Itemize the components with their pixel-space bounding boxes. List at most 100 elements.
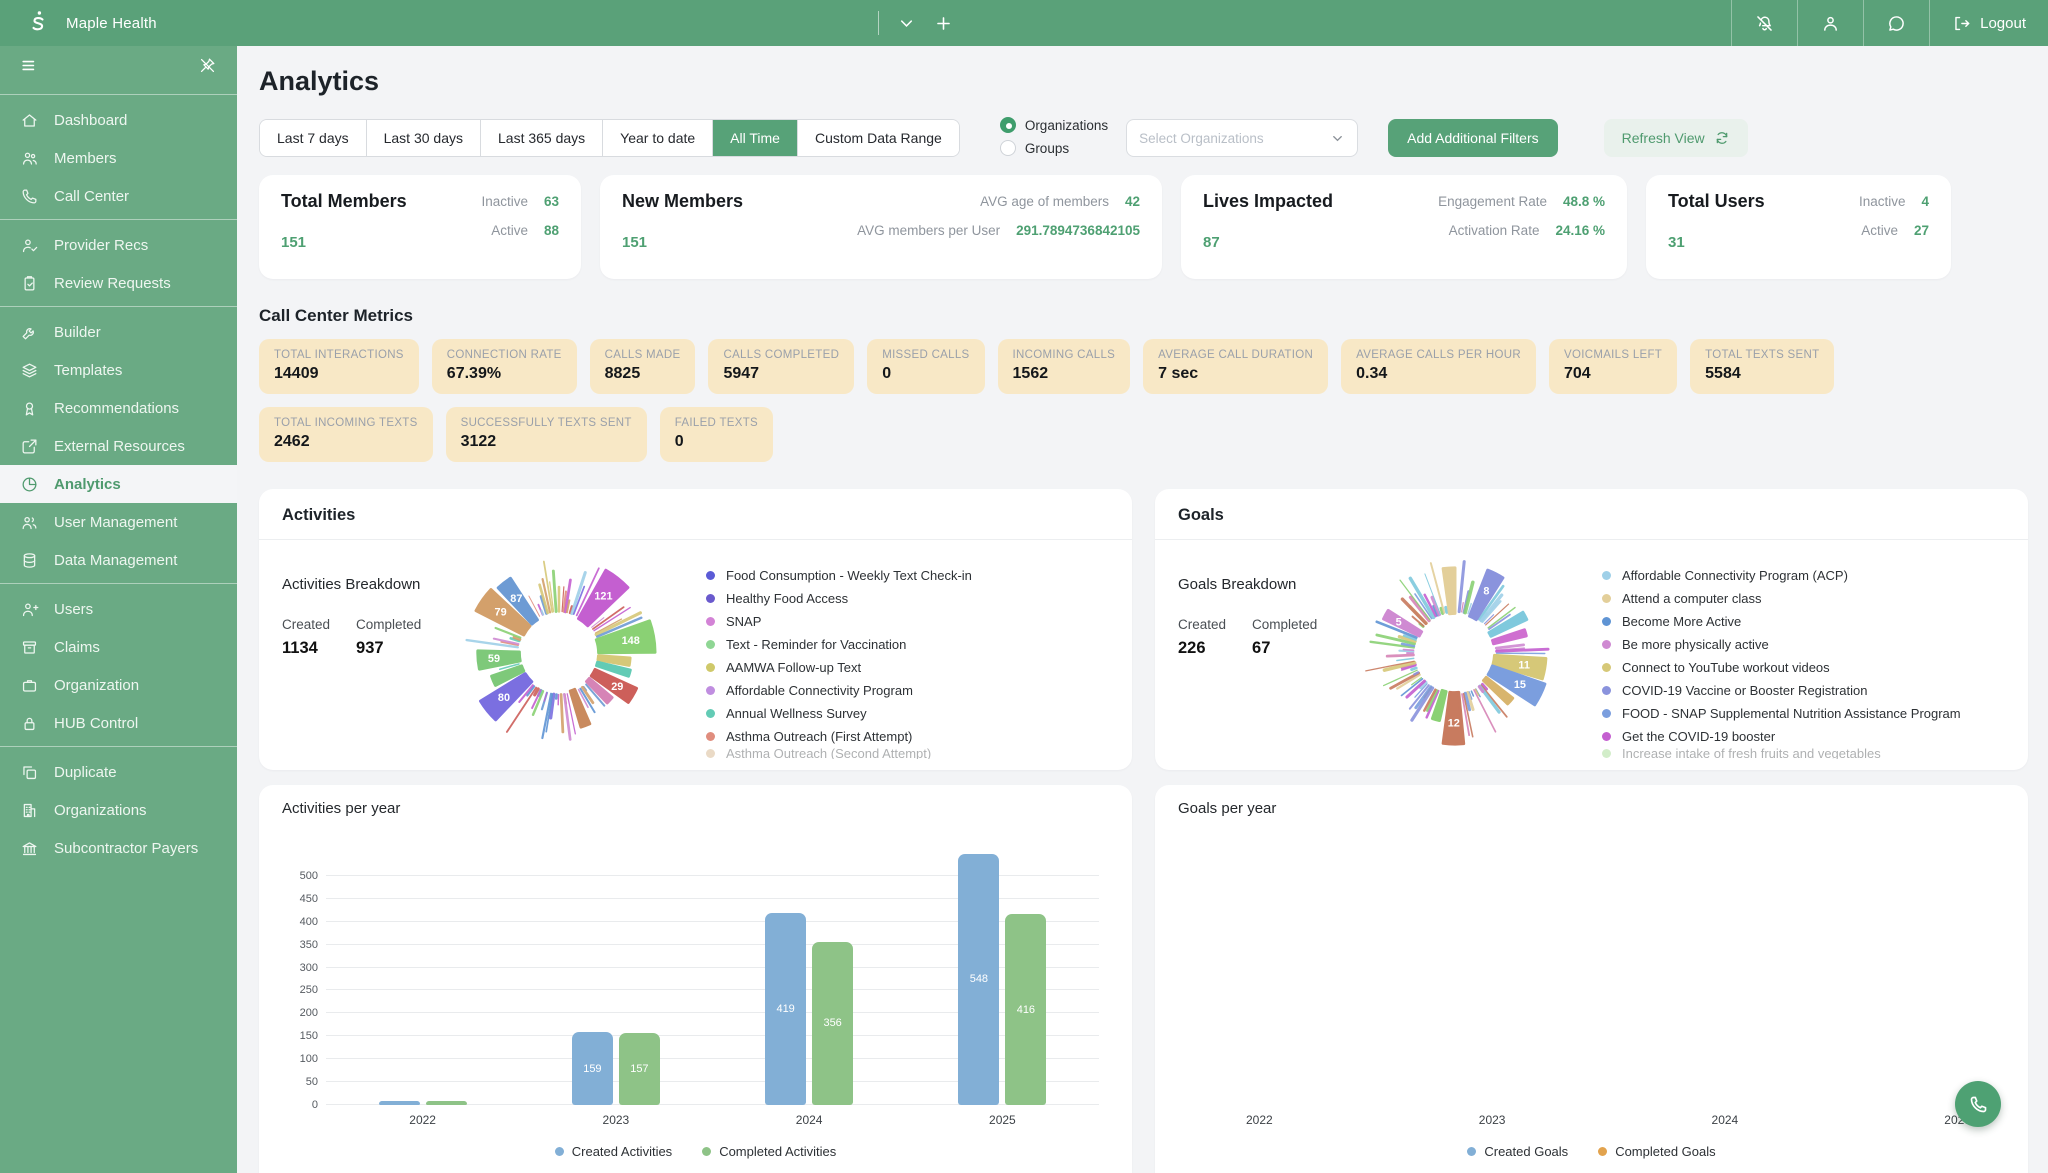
x-axis-label: 2025 — [989, 1113, 1016, 1127]
sidebar-item-call-center[interactable]: Call Center — [0, 177, 237, 215]
building-icon — [20, 801, 39, 820]
layers-icon — [20, 361, 39, 380]
sidebar-item-users[interactable]: Users — [0, 590, 237, 628]
sidebar-item-duplicate[interactable]: Duplicate — [0, 753, 237, 791]
add-additional-filters-button[interactable]: Add Additional Filters — [1388, 119, 1558, 157]
radio-dot[interactable] — [1000, 117, 1016, 133]
radio-dot[interactable] — [1000, 140, 1016, 156]
y-axis-tick: 0 — [286, 1099, 318, 1111]
bar-group-2025: 548416 — [958, 854, 1046, 1105]
sidebar-item-label: Organizations — [54, 802, 147, 819]
app-root: Maple Health — [0, 0, 2048, 1173]
metric-chip-label: AVERAGE CALL DURATION — [1158, 349, 1313, 361]
sidebar-item-subcontractor-payers[interactable]: Subcontractor Payers — [0, 829, 237, 867]
legend-item: Healthy Food Access — [706, 587, 1109, 610]
bar-value-label: 159 — [583, 1063, 601, 1075]
sidebar-item-organization[interactable]: Organization — [0, 666, 237, 704]
refresh-view-button[interactable]: Refresh View — [1604, 119, 1748, 157]
stat-card-title: Total Members — [281, 191, 407, 212]
sidebar-item-members[interactable]: Members — [0, 139, 237, 177]
metric-chip-total-interactions: TOTAL INTERACTIONS14409 — [259, 339, 419, 394]
radio-organizations[interactable]: Organizations — [1000, 117, 1108, 133]
person-check-icon — [20, 236, 39, 255]
svg-text:5: 5 — [1396, 616, 1402, 628]
clipboard-check-icon — [20, 274, 39, 293]
metric-chip-total-texts-sent: TOTAL TEXTS SENT5584 — [1690, 339, 1834, 394]
sidebar-item-label: Subcontractor Payers — [54, 840, 198, 857]
tab-chevron-down-icon[interactable] — [897, 14, 916, 33]
metric-chip-label: CALLS MADE — [605, 349, 681, 361]
svg-text:12: 12 — [1448, 718, 1460, 730]
sidebar-divider — [0, 583, 237, 584]
metric-chip-total-incoming-texts: TOTAL INCOMING TEXTS2462 — [259, 407, 433, 462]
organizations-select[interactable]: Select Organizations — [1126, 119, 1358, 157]
sidebar-item-claims[interactable]: Claims — [0, 628, 237, 666]
stat-card-title: Total Users — [1668, 191, 1765, 212]
legend-dot-icon — [1602, 594, 1611, 603]
notifications-muted-icon[interactable] — [1732, 0, 1797, 46]
database-icon — [20, 551, 39, 570]
sidebar-item-analytics[interactable]: Analytics — [0, 465, 237, 503]
legend-label: Be more physically active — [1622, 637, 1769, 652]
tab-separator — [878, 11, 879, 35]
legend-label: Food Consumption - Weekly Text Check-in — [726, 568, 972, 583]
phone-icon — [20, 187, 39, 206]
stat-metric-value: 48.8 % — [1563, 194, 1605, 209]
profile-icon[interactable] — [1798, 0, 1863, 46]
time-filter-last-365-days[interactable]: Last 365 days — [481, 120, 603, 156]
sidebar-item-builder[interactable]: Builder — [0, 313, 237, 351]
wrench-icon — [20, 323, 39, 342]
sidebar-item-label: Templates — [54, 362, 122, 379]
legend-item: Asthma Outreach (Second Attempt) — [706, 748, 1109, 759]
legend-dot-icon — [706, 749, 715, 758]
legend-dot-icon — [555, 1147, 564, 1156]
goals-card: Goals Goals Breakdown Created 226 Comple… — [1155, 489, 2028, 770]
sidebar-nav: DashboardMembersCall Center Provider Recs… — [0, 101, 237, 867]
time-filter-custom-data-range[interactable]: Custom Data Range — [798, 120, 959, 156]
activities-per-year-card: Activities per year 05010015020025030035… — [259, 785, 1132, 1173]
app-tab: Maple Health — [0, 10, 878, 36]
app-logo-icon — [26, 10, 50, 36]
time-filter-last-7-days[interactable]: Last 7 days — [260, 120, 367, 156]
bank-icon — [20, 839, 39, 858]
legend-dot-icon — [1602, 749, 1611, 758]
legend-item: FOOD - SNAP Supplemental Nutrition Assis… — [1602, 702, 2005, 725]
bar-completed-activities-2024: 356 — [812, 942, 853, 1105]
refresh-icon — [1714, 130, 1730, 146]
legend-dot-icon — [1602, 686, 1611, 695]
radio-groups[interactable]: Groups — [1000, 140, 1108, 156]
time-filter-all-time[interactable]: All Time — [713, 120, 798, 156]
time-filter-year-to-date[interactable]: Year to date — [603, 120, 713, 156]
call-fab[interactable] — [1955, 1081, 2001, 1127]
sidebar-item-label: User Management — [54, 514, 177, 531]
stat-card-new-members: New Members151AVG age of members42AVG me… — [600, 175, 1162, 279]
sidebar-item-organizations[interactable]: Organizations — [0, 791, 237, 829]
sidebar-item-review-requests[interactable]: Review Requests — [0, 264, 237, 302]
sidebar-item-hub-control[interactable]: HUB Control — [0, 704, 237, 742]
sidebar-item-user-management[interactable]: User Management — [0, 503, 237, 541]
chat-icon[interactable] — [1864, 0, 1929, 46]
sidebar-item-recommendations[interactable]: Recommendations — [0, 389, 237, 427]
sidebar-item-data-management[interactable]: Data Management — [0, 541, 237, 579]
logout-button[interactable]: Logout — [1952, 14, 2026, 33]
pin-off-icon[interactable] — [198, 56, 217, 80]
legend-label: Affordable Connectivity Program — [726, 683, 913, 698]
bar-completed-activities-2023: 157 — [619, 1033, 660, 1105]
bar-completed-activities-2025: 416 — [1005, 914, 1046, 1105]
sidebar-item-label: Duplicate — [54, 764, 117, 781]
time-filter-last-30-days[interactable]: Last 30 days — [367, 120, 481, 156]
sidebar-item-templates[interactable]: Templates — [0, 351, 237, 389]
metric-chip-value: 0.34 — [1356, 365, 1521, 383]
menu-toggle-icon[interactable] — [20, 56, 39, 80]
sidebar-item-dashboard[interactable]: Dashboard — [0, 101, 237, 139]
goals-per-year-title: Goals per year — [1178, 800, 2005, 817]
goals-created-label: Created — [1178, 617, 1226, 632]
sidebar-item-external-resources[interactable]: External Resources — [0, 427, 237, 465]
legend-dot-icon — [706, 640, 715, 649]
logout-label: Logout — [1980, 15, 2026, 32]
new-tab-plus-icon[interactable] — [934, 14, 953, 33]
x-axis-label: 2023 — [1479, 1113, 1506, 1127]
legend-label: Increase intake of fresh fruits and vege… — [1622, 748, 1881, 759]
sidebar-item-provider-recs[interactable]: Provider Recs — [0, 226, 237, 264]
metric-chip-calls-completed: CALLS COMPLETED5947 — [708, 339, 854, 394]
